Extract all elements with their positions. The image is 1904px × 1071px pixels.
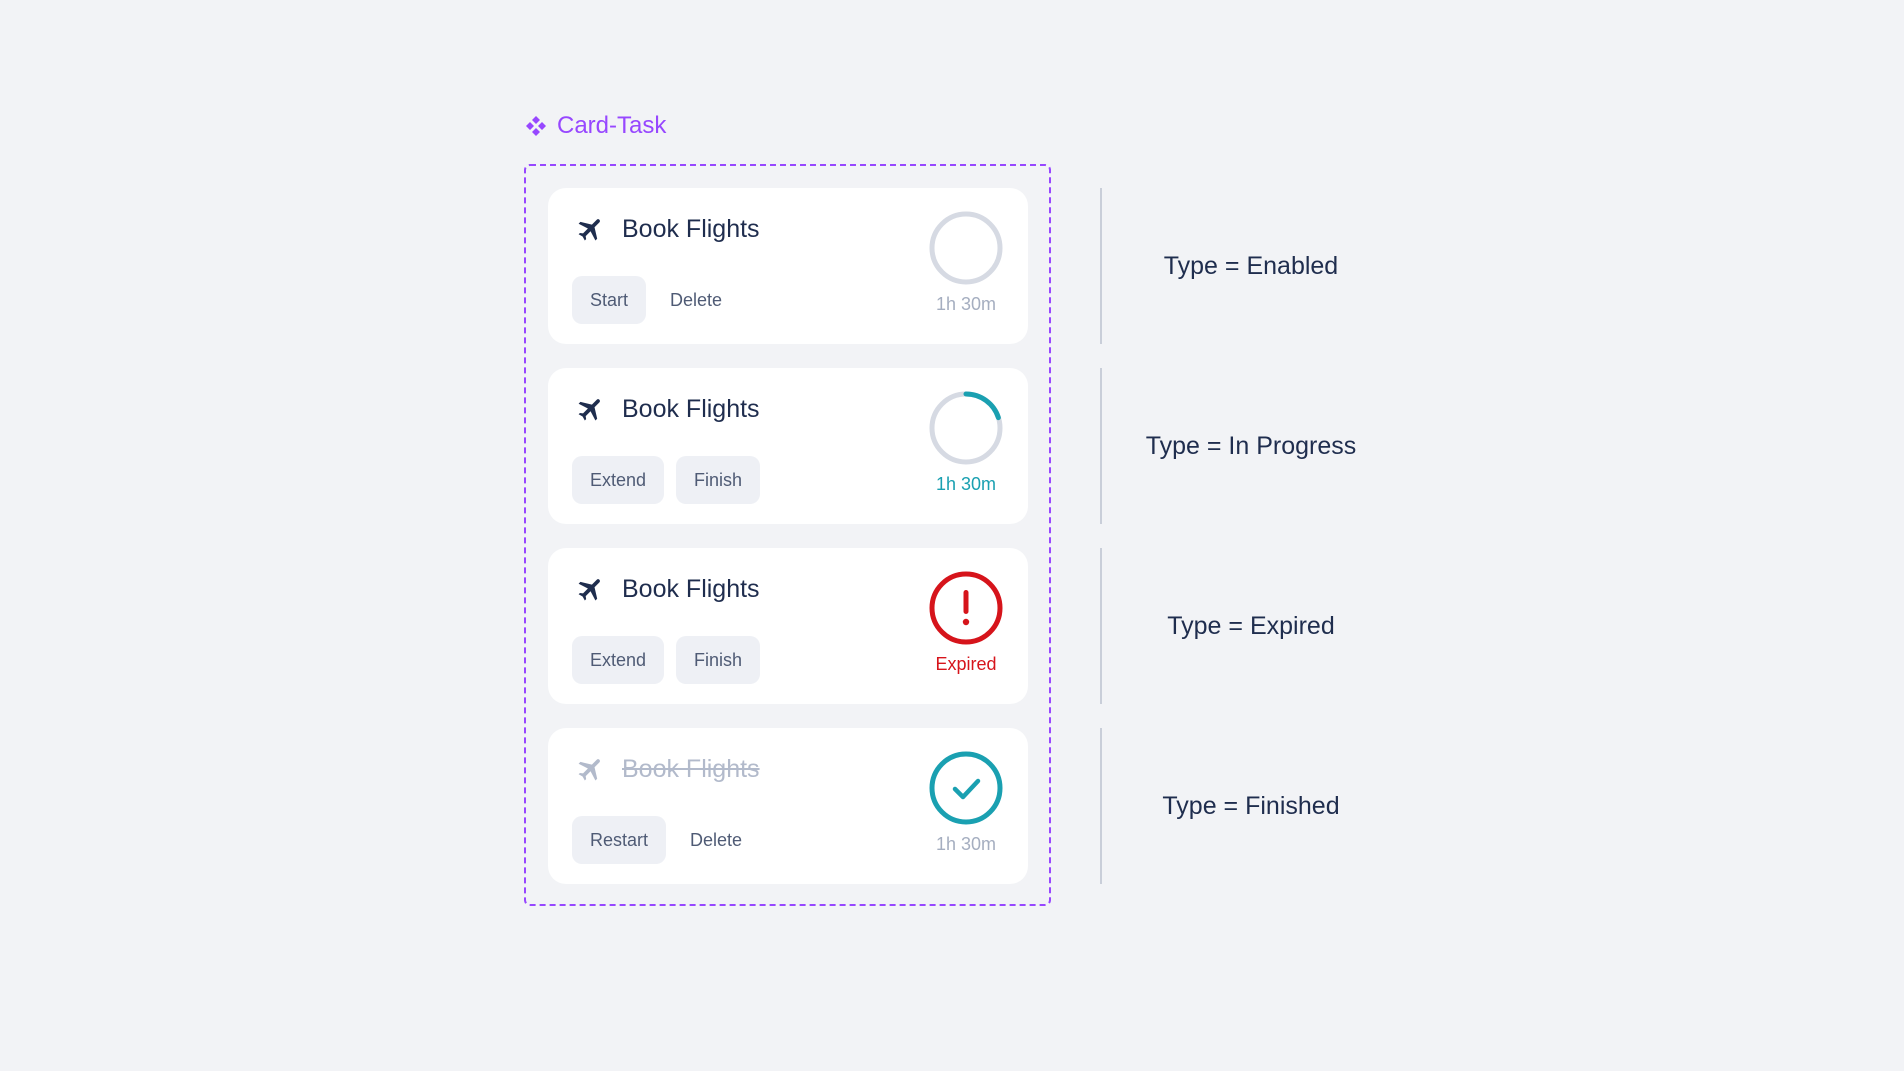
airplane-icon — [578, 219, 600, 241]
variant-divider — [1100, 548, 1102, 704]
duration-label: 1h 30m — [935, 294, 997, 314]
card-title: Book Flights — [622, 214, 760, 243]
extend-button[interactable]: Extend — [572, 456, 665, 504]
card-actions: Restart Delete — [572, 816, 754, 864]
card-title-row: Book Flights — [576, 574, 760, 604]
expired-label: Expired — [935, 654, 997, 674]
card-title-row: Book Flights — [576, 214, 760, 244]
airplane-icon — [578, 579, 600, 601]
task-card-enabled[interactable]: Book Flights Start Delete 1h 30m — [548, 188, 1028, 344]
card-status: Expired — [928, 570, 1004, 675]
variant-divider — [1100, 368, 1102, 524]
duration-label: 1h 30m — [935, 834, 997, 854]
check-ring-icon — [929, 751, 1003, 825]
extend-button[interactable]: Extend — [572, 636, 665, 684]
delete-button[interactable]: Delete — [678, 816, 754, 864]
card-status: 1h 30m — [928, 750, 1004, 855]
component-name: Card-Task — [557, 112, 667, 139]
airplane-icon — [578, 399, 600, 421]
card-title: Book Flights — [622, 394, 760, 423]
variant-label-expired: Type = Expired — [1167, 611, 1335, 640]
exclamation-ring-icon — [929, 571, 1003, 645]
card-actions: Extend Finish — [572, 456, 761, 504]
variant-label-finished: Type = Finished — [1162, 791, 1340, 820]
component-diamond-icon — [526, 116, 546, 136]
variant-divider — [1100, 188, 1102, 344]
task-card-expired[interactable]: Book Flights Extend Finish Expired — [548, 548, 1028, 704]
card-title: Book Flights — [622, 754, 760, 783]
task-card-finished[interactable]: Book Flights Restart Delete 1h 30m — [548, 728, 1028, 884]
delete-button[interactable]: Delete — [658, 276, 734, 324]
card-title-row: Book Flights — [576, 394, 760, 424]
restart-button[interactable]: Restart — [572, 816, 667, 864]
card-actions: Extend Finish — [572, 636, 761, 684]
variant-label-in-progress: Type = In Progress — [1145, 431, 1357, 460]
card-status: 1h 30m — [928, 210, 1004, 315]
airplane-icon — [578, 759, 600, 781]
finish-button[interactable]: Finish — [676, 636, 761, 684]
variant-divider — [1100, 728, 1102, 884]
card-actions: Start Delete — [572, 276, 734, 324]
variant-label-enabled: Type = Enabled — [1163, 251, 1339, 280]
card-status: 1h 30m — [928, 390, 1004, 495]
start-button[interactable]: Start — [572, 276, 647, 324]
card-title-row: Book Flights — [576, 754, 760, 784]
card-title: Book Flights — [622, 574, 760, 603]
component-title: Card-Task — [525, 112, 666, 140]
duration-label: 1h 30m — [935, 474, 997, 494]
empty-ring-icon — [929, 211, 1003, 285]
task-card-in-progress[interactable]: Book Flights Extend Finish 1h 30m — [548, 368, 1028, 524]
progress-ring-icon — [929, 391, 1003, 465]
finish-button[interactable]: Finish — [676, 456, 761, 504]
